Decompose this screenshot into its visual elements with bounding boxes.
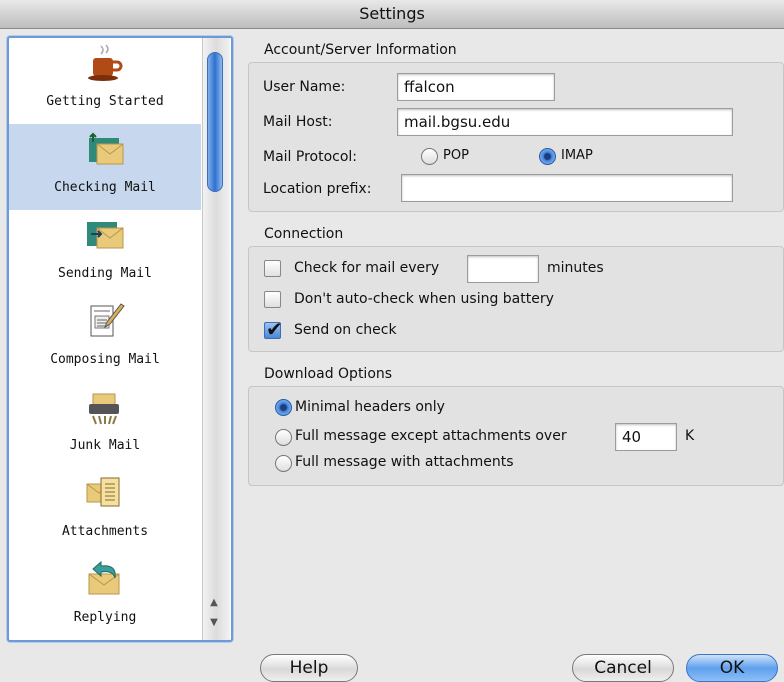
full-except-radio[interactable] <box>275 429 292 446</box>
mail-host-field[interactable]: mail.bgsu.edu <box>397 108 733 136</box>
window-title: Settings <box>0 0 784 29</box>
mail-protocol-label: Mail Protocol: <box>263 149 358 165</box>
sidebar-item-junk-mail[interactable]: Junk Mail <box>9 382 201 468</box>
cancel-button[interactable]: Cancel <box>572 654 674 682</box>
sidebar-item-attachments[interactable]: Attachments <box>9 468 201 554</box>
connection-section-title: Connection <box>264 226 344 242</box>
coffee-cup-icon <box>88 44 123 81</box>
minimal-headers-radio[interactable] <box>275 399 292 416</box>
full-with-attachments-label: Full message with attachments <box>295 454 514 470</box>
sidebar-list: Getting Started Checking Mail Sending Ma… <box>9 38 201 640</box>
sidebar-item-sending-mail[interactable]: Sending Mail <box>9 210 201 296</box>
sidebar-item-checking-mail[interactable]: Checking Mail <box>9 124 201 210</box>
attachments-icon <box>86 477 120 507</box>
sidebar-item-label: Sending Mail <box>58 266 152 281</box>
minutes-label: minutes <box>547 260 604 276</box>
location-prefix-field[interactable] <box>401 174 733 202</box>
sidebar-item-label: Composing Mail <box>50 352 160 367</box>
check-mail-every-checkbox[interactable] <box>264 260 281 277</box>
full-except-label: Full message except attachments over <box>295 428 567 444</box>
full-with-attachments-radio[interactable] <box>275 455 292 472</box>
mail-host-label: Mail Host: <box>263 114 333 130</box>
download-group: Minimal headers only Full message except… <box>248 386 784 486</box>
size-unit-label: K <box>685 428 695 444</box>
pop-label: POP <box>443 148 469 163</box>
ok-button[interactable]: OK <box>686 654 778 682</box>
checkmark-icon: ✔ <box>266 317 283 341</box>
sidebar-item-replying[interactable]: Replying <box>9 554 201 640</box>
sidebar-item-label: Replying <box>73 610 137 625</box>
connection-group: Check for mail every minutes Don't auto-… <box>248 246 784 352</box>
account-section-title: Account/Server Information <box>264 42 457 58</box>
sidebar-item-label: Junk Mail <box>69 438 141 453</box>
sidebar-scrollbar[interactable]: ▲ ▼ <box>202 38 230 640</box>
send-on-check-checkbox[interactable]: ✔ <box>264 317 283 341</box>
download-section-title: Download Options <box>264 366 393 382</box>
check-mail-every-label: Check for mail every <box>294 260 440 276</box>
sidebar-item-label: Checking Mail <box>54 180 156 195</box>
sidebar-item-label: Attachments <box>61 524 149 539</box>
attachment-size-field[interactable]: 40 <box>615 423 677 451</box>
account-group: User Name: ffalcon Mail Host: mail.bgsu.… <box>248 62 784 212</box>
scrollbar-thumb[interactable] <box>207 52 223 192</box>
send-on-check-label: Send on check <box>294 322 397 338</box>
imap-radio[interactable] <box>539 148 556 165</box>
minimal-headers-label: Minimal headers only <box>295 399 445 415</box>
battery-label: Don't auto-check when using battery <box>294 291 554 307</box>
sidebar-item-getting-started[interactable]: Getting Started <box>9 38 201 124</box>
sidebar-item-composing-mail[interactable]: Composing Mail <box>9 296 201 382</box>
junk-mail-icon <box>89 393 119 425</box>
imap-label: IMAP <box>561 148 593 163</box>
pop-radio[interactable] <box>421 148 438 165</box>
check-mail-icon <box>89 132 124 165</box>
scroll-up-arrow-icon[interactable]: ▲ <box>205 596 223 610</box>
check-interval-field[interactable] <box>467 255 539 283</box>
compose-mail-icon <box>90 303 125 337</box>
user-name-label: User Name: <box>263 79 346 95</box>
sidebar-item-label: Getting Started <box>46 94 164 109</box>
help-button[interactable]: Help <box>260 654 358 682</box>
scroll-down-arrow-icon[interactable]: ▼ <box>205 616 223 630</box>
send-mail-icon <box>87 222 124 249</box>
category-sidebar: Getting Started Checking Mail Sending Ma… <box>7 36 233 642</box>
replying-icon <box>88 560 120 595</box>
battery-checkbox[interactable] <box>264 291 281 308</box>
user-name-field[interactable]: ffalcon <box>397 73 555 101</box>
location-prefix-label: Location prefix: <box>263 181 372 197</box>
